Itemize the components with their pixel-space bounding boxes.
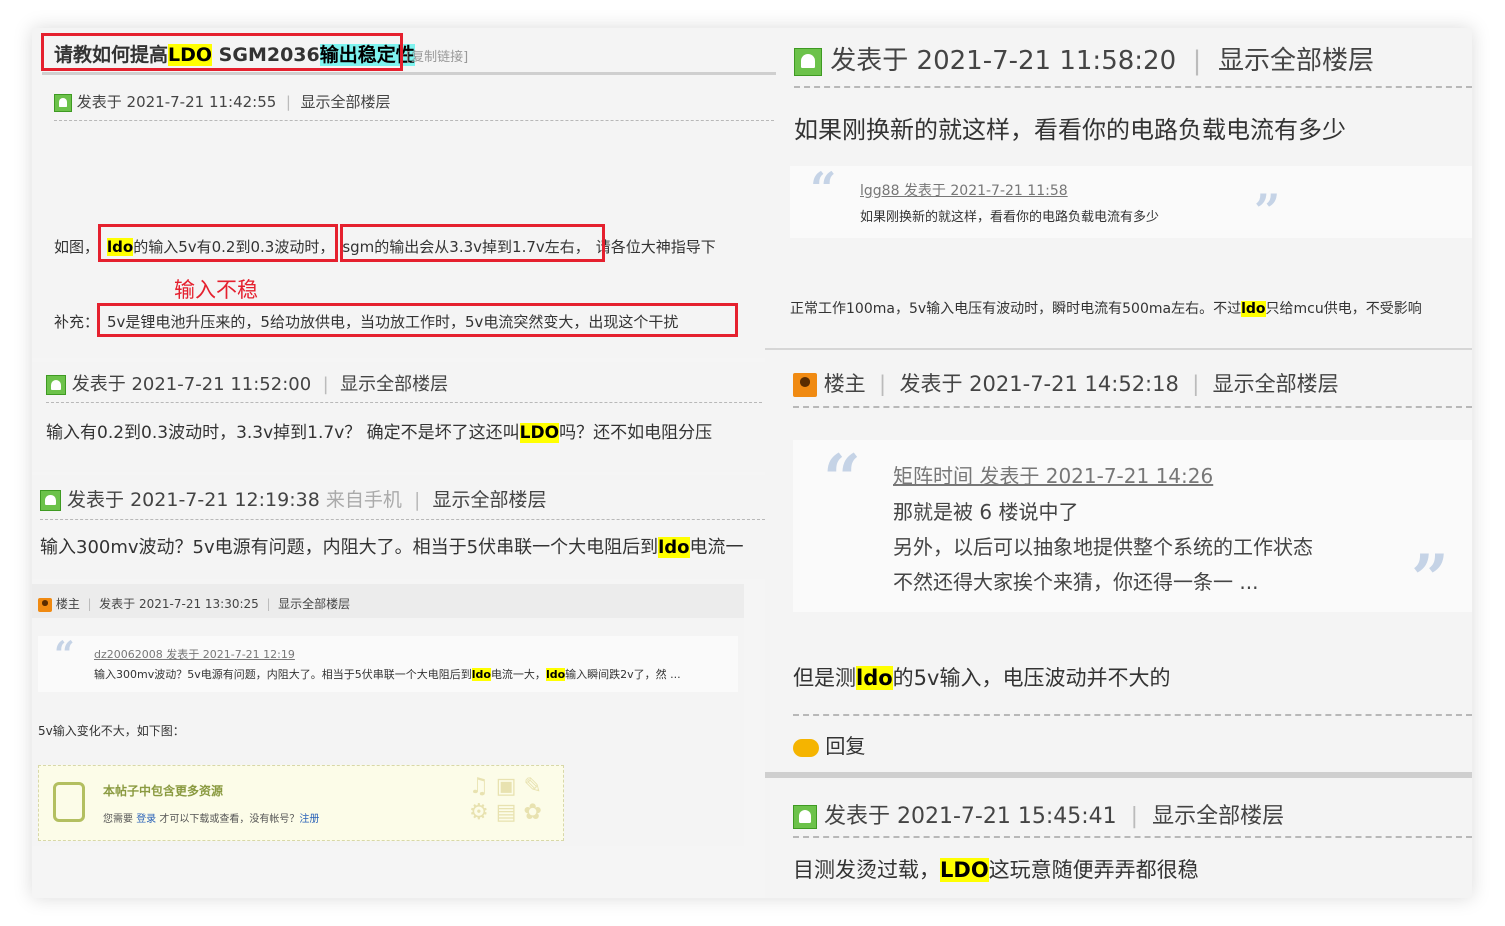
quote-open-icon: “ (823, 440, 861, 518)
user-avatar-icon (793, 805, 817, 829)
post-3: 发表于 2021-7-21 12:19:38 来自手机 | 显示全部楼层 输入3… (32, 475, 765, 579)
post-7: 发表于 2021-7-21 15:45:41 | 显示全部楼层 目测发烫过载，L… (765, 772, 1472, 898)
quote-close-icon: ” (1411, 540, 1449, 618)
attachment-lock-icon (53, 782, 85, 822)
post-7-text: 目测发烫过载，LDO这玩意随便弄弄都很稳 (793, 858, 1199, 882)
title-annotation-box (41, 33, 403, 71)
user-avatar-icon (40, 490, 61, 511)
post-6-quote: “ ” 矩阵时间 发表于 2021-7-21 14:26 那就是被 6 楼说中了… (793, 440, 1472, 618)
quote-line-3: 不然还得大家挨个来猜，你还得一条一 ... (893, 570, 1259, 594)
quote-text: 输入300mv波动？5v电源有问题，内阻大了。相当于5伏串联一个大电阻后到ldo… (94, 668, 681, 681)
annotation-box-supplement (97, 303, 738, 337)
show-all-floors-link[interactable]: 显示全部楼层 (340, 374, 448, 395)
post-5-quote: “ ” lgg88 发表于 2021-7-21 11:58 如果刚换新的就这样，… (790, 162, 1472, 238)
post-4-quote: “ dz20062008 发表于 2021-7-21 12:19 输入300mv… (38, 634, 738, 692)
show-all-floors-link[interactable]: 显示全部楼层 (432, 489, 546, 511)
user-avatar-icon (46, 375, 66, 395)
post-2: 发表于 2021-7-21 11:52:00 | 显示全部楼层 输入有0.2到0… (32, 362, 765, 472)
quote-close-icon: ” (1254, 184, 1281, 238)
login-link[interactable]: 登录 (136, 814, 156, 825)
resource-message: 您需要 登录 才可以下载或查看，没有帐号？注册 (103, 814, 320, 825)
show-all-floors-link[interactable]: 显示全部楼层 (1152, 804, 1284, 829)
copy-link[interactable]: [复制链接] (406, 46, 468, 65)
quote-open-icon: “ (54, 634, 75, 676)
post-5: 发表于 2021-7-21 11:58:20 | 显示全部楼层 如果刚换新的就这… (776, 28, 1472, 346)
resource-title: 本帖子中包含更多资源 (103, 784, 224, 798)
quote-text: 如果刚换新的就这样，看看你的电路负载电流有多少 (860, 210, 1160, 225)
author-avatar-icon (38, 597, 52, 612)
annotation-box-output (340, 224, 605, 262)
reply-button[interactable]: 回复 (793, 730, 865, 759)
post-3-meta: 发表于 2021-7-21 12:19:38 来自手机 | 显示全部楼层 (40, 485, 546, 512)
annotation-box-input (98, 224, 338, 262)
post-4-text: 5v输入变化不大，如下图： (38, 724, 185, 738)
post-1: 请教如何提高LDO SGM2036输出稳定性 [复制链接] 发表于 2021-7… (32, 28, 776, 358)
post-1-meta: 发表于 2021-7-21 11:42:55 | 显示全部楼层 (54, 91, 391, 112)
user-avatar-icon (54, 93, 72, 112)
author-avatar-icon (793, 373, 817, 397)
post-2-text: 输入有0.2到0.3波动时，3.3v掉到1.7v？ 确定不是坏了这还叫LDO吗？… (46, 423, 713, 443)
quote-line-2: 另外，以后可以抽象地提供整个系统的工作状态 (893, 535, 1313, 559)
quote-author-link[interactable]: 矩阵时间 发表于 2021-7-21 14:26 (893, 460, 1213, 489)
post-6-text: 但是测ldo的5v输入，电压波动并不大的 (793, 666, 1171, 690)
annotation-input-unstable: 输入不稳 (174, 278, 258, 302)
post-5-text: 如果刚换新的就这样，看看你的电路负载电流有多少 (794, 116, 1346, 144)
post-6-meta: 楼主 | 发表于 2021-7-21 14:52:18 | 显示全部楼层 (793, 368, 1339, 398)
quote-author-link[interactable]: lgg88 发表于 2021-7-21 11:58 (860, 180, 1068, 200)
show-all-floors-link[interactable]: 显示全部楼层 (278, 597, 350, 611)
post-7-meta: 发表于 2021-7-21 15:45:41 | 显示全部楼层 (793, 798, 1284, 830)
post-5-reply: 正常工作100ma，5v输入电压有波动时，瞬时电流有500ma左右。不过ldo只… (790, 301, 1422, 317)
register-link[interactable]: 注册 (299, 814, 319, 825)
quote-open-icon: “ (810, 162, 837, 216)
show-all-floors-link[interactable]: 显示全部楼层 (300, 93, 390, 111)
post-2-meta: 发表于 2021-7-21 11:52:00 | 显示全部楼层 (46, 370, 448, 396)
post-4-meta: 楼主 | 发表于 2021-7-21 13:30:25 | 显示全部楼层 (38, 595, 350, 612)
post-3-text: 输入300mv波动？5v电源有问题，内阻大了。相当于5伏串联一个大电阻后到ldo… (40, 537, 744, 558)
show-all-floors-link[interactable]: 显示全部楼层 (1213, 372, 1339, 396)
decorative-media-icons: ♫ ▣ ✎ ⚙ ▤ ✿ (469, 774, 542, 825)
reply-bubble-icon (793, 738, 819, 757)
post-4: 楼主 | 发表于 2021-7-21 13:30:25 | 显示全部楼层 “ d… (32, 584, 744, 846)
post-6: 楼主 | 发表于 2021-7-21 14:52:18 | 显示全部楼层 “ ”… (765, 348, 1472, 772)
quote-author-link[interactable]: dz20062008 发表于 2021-7-21 12:19 (94, 646, 295, 662)
from-mobile-label: 来自手机 (325, 489, 402, 511)
show-all-floors-link[interactable]: 显示全部楼层 (1218, 46, 1374, 76)
screenshot-collage: 请教如何提高LDO SGM2036输出稳定性 [复制链接] 发表于 2021-7… (32, 28, 1472, 898)
user-avatar-icon (794, 47, 822, 76)
resource-notice: 本帖子中包含更多资源 您需要 登录 才可以下载或查看，没有帐号？注册 ♫ ▣ ✎… (38, 765, 564, 841)
post-5-meta: 发表于 2021-7-21 11:58:20 | 显示全部楼层 (794, 40, 1374, 77)
quote-line-1: 那就是被 6 楼说中了 (893, 500, 1079, 524)
